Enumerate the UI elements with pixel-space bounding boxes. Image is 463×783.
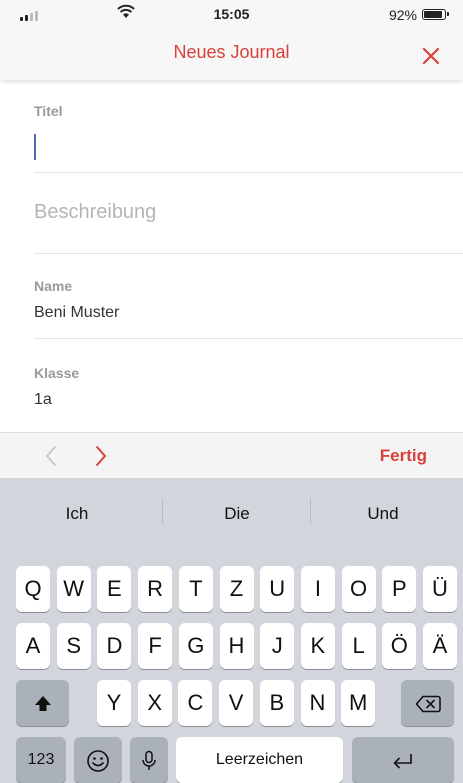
name-value: Beni Muster — [34, 304, 120, 321]
key-m[interactable]: M — [341, 680, 376, 726]
battery-icon — [422, 9, 449, 20]
dictation-key[interactable] — [130, 737, 168, 783]
suggestion-item[interactable]: Ich — [0, 478, 154, 548]
keyboard: Ich Die Und QWERTZUIOPÜ ASDFGHJKLÖÄ YXCV… — [0, 478, 463, 783]
key-b[interactable]: B — [259, 680, 294, 726]
key-q[interactable]: Q — [16, 566, 50, 612]
key-n[interactable]: N — [300, 680, 335, 726]
battery-percentage: 92% — [388, 7, 417, 23]
next-field-icon[interactable] — [94, 445, 108, 467]
suggestion-item[interactable]: Die — [160, 478, 314, 548]
key-v[interactable]: V — [219, 680, 254, 726]
key-ö[interactable]: Ö — [382, 623, 417, 669]
return-icon — [393, 754, 412, 769]
shift-key[interactable] — [16, 680, 69, 726]
title-field[interactable]: Titel — [34, 80, 463, 173]
microphone-icon — [142, 750, 156, 771]
key-z[interactable]: Z — [219, 566, 254, 612]
previous-field-icon[interactable] — [44, 445, 58, 467]
key-h[interactable]: H — [219, 623, 254, 669]
title-label: Titel — [34, 103, 63, 119]
key-o[interactable]: O — [341, 566, 376, 612]
key-d[interactable]: D — [97, 623, 132, 669]
status-bar: 15:05 92% — [0, 0, 463, 28]
suggestion-item[interactable]: Und — [306, 478, 460, 548]
suggestion-bar: Ich Die Und — [0, 478, 463, 548]
key-g[interactable]: G — [178, 623, 213, 669]
key-ü[interactable]: Ü — [423, 566, 457, 612]
description-placeholder: Beschreibung — [34, 201, 157, 223]
class-field[interactable]: Klasse 1a — [34, 339, 463, 416]
key-w[interactable]: W — [56, 566, 91, 612]
key-e[interactable]: E — [97, 566, 132, 612]
key-u[interactable]: U — [260, 566, 295, 612]
name-label: Name — [34, 278, 73, 294]
space-key[interactable]: Leerzeichen — [176, 737, 343, 783]
navigation-bar: Neues Journal — [0, 28, 463, 80]
key-r[interactable]: R — [138, 566, 173, 612]
done-button[interactable]: Fertig — [380, 446, 427, 466]
journal-form: Titel Beschreibung Name Beni Muster Klas… — [0, 80, 463, 416]
key-j[interactable]: J — [260, 623, 295, 669]
key-a[interactable]: A — [16, 623, 50, 669]
text-cursor — [34, 134, 36, 160]
close-icon[interactable] — [421, 46, 441, 66]
key-i[interactable]: I — [300, 566, 335, 612]
return-key[interactable] — [352, 737, 454, 783]
class-value: 1a — [34, 391, 52, 408]
name-field[interactable]: Name Beni Muster — [34, 254, 463, 339]
key-c[interactable]: C — [178, 680, 213, 726]
keyboard-accessory-bar: Fertig — [0, 432, 463, 479]
key-f[interactable]: F — [138, 623, 173, 669]
numbers-key[interactable]: 123 — [16, 737, 66, 783]
key-k[interactable]: K — [300, 623, 335, 669]
key-s[interactable]: S — [56, 623, 91, 669]
key-l[interactable]: L — [341, 623, 376, 669]
key-y[interactable]: Y — [97, 680, 131, 726]
shift-icon — [34, 696, 51, 712]
key-ä[interactable]: Ä — [423, 623, 457, 669]
key-x[interactable]: X — [137, 680, 172, 726]
emoji-key[interactable] — [74, 737, 122, 783]
class-label: Klasse — [34, 365, 80, 381]
description-field[interactable]: Beschreibung — [34, 173, 463, 254]
backspace-key[interactable] — [401, 680, 454, 726]
emoji-icon — [87, 750, 109, 772]
key-t[interactable]: T — [178, 566, 213, 612]
page-title: Neues Journal — [173, 42, 290, 62]
backspace-icon — [415, 695, 441, 713]
key-p[interactable]: P — [382, 566, 417, 612]
